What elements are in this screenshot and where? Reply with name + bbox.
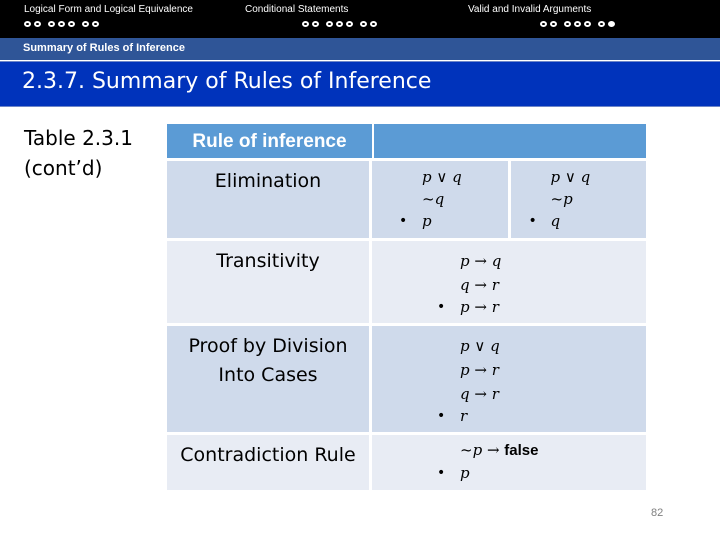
subsection-bar: Summary of Rules of Inference [0, 38, 720, 60]
slide-dot[interactable] [92, 21, 99, 27]
rule-forms: p ∨ q ~q • p p ∨ q ~p • q [372, 161, 646, 238]
slide-dot[interactable] [370, 21, 377, 27]
conclusion: r [460, 407, 468, 425]
premise: p ∨ q [422, 168, 462, 186]
slide-dot[interactable] [360, 21, 367, 27]
slide-dot[interactable] [550, 21, 557, 27]
table-row-division-into-cases: Proof by Division Into Cases p ∨ q p → r… [167, 323, 646, 432]
rule-form: p ∨ q ~q • p [372, 161, 508, 238]
nav-section-title[interactable]: Valid and Invalid Arguments [468, 4, 591, 15]
header-form [374, 124, 646, 158]
navigation-bar: Logical Form and Logical Equivalence Con… [0, 0, 720, 38]
rule-form: ~p → false • p [372, 435, 646, 490]
premise: q → r [460, 385, 499, 403]
rule-form: p ∨ q p → r q → r • r [372, 326, 646, 432]
title-bar: 2.3.7. Summary of Rules of Inference [0, 61, 720, 107]
nav-section-valid-invalid[interactable]: Valid and Invalid Arguments [468, 4, 591, 15]
conclusion: p [460, 464, 470, 482]
slide-dot[interactable] [584, 21, 591, 27]
table-header: Rule of inference [167, 124, 646, 158]
premise-false: false [504, 442, 539, 459]
nav-dots-conditional [302, 21, 377, 27]
subsection-title: Summary of Rules of Inference [23, 42, 185, 54]
therefore-bullet-icon: • [528, 213, 537, 229]
conclusion: p [422, 212, 432, 230]
page-number: 82 [651, 507, 664, 519]
table-row-transitivity: Transitivity p → q q → r • p → r [167, 238, 646, 323]
nav-dots-valid-invalid [540, 21, 615, 27]
rule-name: Transitivity [167, 241, 372, 323]
slide-dot[interactable] [24, 21, 31, 27]
table-row-contradiction: Contradiction Rule ~p → false • p [167, 432, 646, 490]
slide-dot[interactable] [540, 21, 547, 27]
slide-dot[interactable] [598, 21, 605, 27]
premise: p → q [460, 252, 502, 270]
nav-section-title[interactable]: Logical Form and Logical Equivalence [24, 4, 193, 15]
premise: q → r [460, 276, 499, 294]
table-row-elimination: Elimination p ∨ q ~q • p p ∨ q ~p • q [167, 158, 646, 238]
slide-dot[interactable] [564, 21, 571, 27]
slide-dot[interactable] [48, 21, 55, 27]
nav-section-logical-form[interactable]: Logical Form and Logical Equivalence [24, 4, 193, 15]
rule-form: p → q q → r • p → r [372, 241, 646, 323]
premise: ~p [550, 190, 573, 208]
nav-dots-logical-form [24, 21, 99, 27]
nav-section-title[interactable]: Conditional Statements [245, 4, 348, 15]
rule-name: Contradiction Rule [167, 435, 372, 490]
table-label-line1: Table 2.3.1 [24, 126, 133, 150]
rule-name: Proof by Division Into Cases [167, 326, 372, 432]
therefore-bullet-icon: • [437, 465, 446, 481]
slide-dot[interactable] [302, 21, 309, 27]
premise-prefix: ~p → [460, 441, 500, 459]
therefore-bullet-icon: • [437, 299, 446, 315]
slide-dot[interactable] [58, 21, 65, 27]
rule-name: Elimination [167, 161, 372, 238]
nav-section-conditional[interactable]: Conditional Statements [245, 4, 348, 15]
rules-table: Rule of inference Elimination p ∨ q ~q •… [167, 124, 646, 490]
premise: ~q [422, 190, 445, 208]
slide-dot[interactable] [312, 21, 319, 27]
slide-dot[interactable] [82, 21, 89, 27]
slide-dot[interactable] [34, 21, 41, 27]
premise: p → r [460, 361, 499, 379]
slide-title: 2.3.7. Summary of Rules of Inference [22, 69, 432, 94]
therefore-bullet-icon: • [437, 408, 446, 424]
rule-name-line1: Proof by Division [188, 335, 348, 357]
slide-dot[interactable] [326, 21, 333, 27]
therefore-bullet-icon: • [399, 213, 408, 229]
table-label: Table 2.3.1 (cont’d) [24, 123, 133, 183]
rule-name-line2: Into Cases [218, 364, 318, 386]
conclusion: p → r [460, 298, 499, 316]
premise: ~p → false [460, 439, 539, 462]
header-rule-of-inference: Rule of inference [167, 124, 374, 158]
table-label-line2: (cont’d) [24, 156, 103, 180]
slide-dot[interactable] [346, 21, 353, 27]
premise: p ∨ q [550, 168, 591, 186]
slide-dot[interactable] [336, 21, 343, 27]
slide-dot[interactable] [68, 21, 75, 27]
slide-dot[interactable] [574, 21, 581, 27]
rule-form: p ∨ q ~p • q [507, 161, 647, 238]
conclusion: q [550, 212, 561, 230]
current-slide-dot[interactable] [608, 21, 615, 27]
premise: p ∨ q [460, 337, 500, 355]
